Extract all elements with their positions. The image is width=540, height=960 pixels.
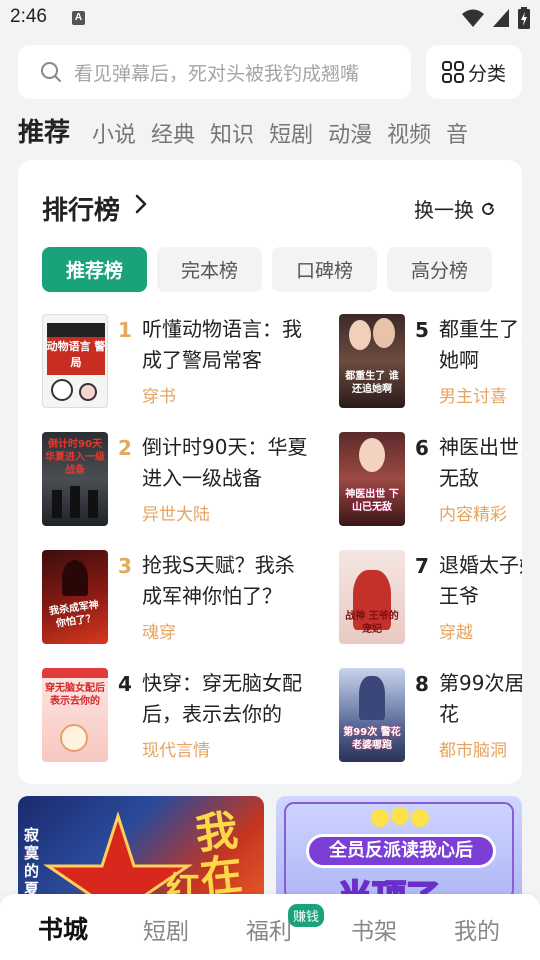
book-tag: 穿书 bbox=[142, 387, 176, 407]
chick-icons bbox=[371, 807, 429, 827]
cover-title: 都重生了 谁还追她啊 bbox=[345, 371, 399, 395]
book-item[interactable]: 我杀成军神 你怕了？ 3 抢我S天赋？我杀成军神你怕了？ 魂穿 bbox=[42, 550, 332, 650]
book-title: 快穿：穿无脑女配后，表示去你的 bbox=[142, 671, 302, 726]
status-bar: 2:46 A bbox=[0, 0, 540, 36]
nav-short-drama[interactable]: 短剧 bbox=[143, 912, 189, 946]
tabs-fade bbox=[498, 112, 528, 150]
book-cover: 第99次 警花老婆哪跑 bbox=[339, 668, 405, 762]
book-rank: 8 bbox=[415, 672, 429, 696]
book-tag: 穿越 bbox=[439, 623, 473, 643]
cover-title: 穿无脑女配后 表示去你的 bbox=[45, 683, 105, 707]
book-item[interactable]: 第99次 警花老婆哪跑 8 第99次居然犯，警花 都市脑洞 bbox=[339, 668, 522, 768]
chip-recommend[interactable]: 推荐榜 bbox=[42, 247, 147, 292]
grid-icon bbox=[441, 61, 464, 83]
cover-title: 我杀成军神 你怕了？ bbox=[48, 599, 100, 630]
book-rank: 3 bbox=[118, 554, 132, 578]
book-tag: 男主讨喜 bbox=[439, 387, 507, 407]
tab-recommend[interactable]: 推荐 bbox=[18, 112, 70, 149]
book-rank: 1 bbox=[118, 318, 132, 342]
tab-video[interactable]: 视频 bbox=[387, 117, 431, 149]
book-item[interactable]: 神医出世 下山已无敌 6 神医出世，下山已无敌 内容精彩 bbox=[339, 432, 522, 532]
book-cover: 我杀成军神 你怕了？ bbox=[42, 550, 108, 644]
chip-high-score[interactable]: 高分榜 bbox=[387, 247, 492, 292]
book-title: 退婚太子妃，战神王爷 bbox=[439, 553, 522, 608]
cover-title: 倒计时90天 华夏进入一级战备 bbox=[45, 439, 105, 476]
book-cover: 穿无脑女配后 表示去你的 bbox=[42, 668, 108, 762]
tab-short-drama[interactable]: 短剧 bbox=[269, 117, 313, 149]
cover-title: 神医出世 下山已无敌 bbox=[345, 489, 399, 513]
book-rank: 6 bbox=[415, 436, 429, 460]
system-icons bbox=[462, 7, 530, 29]
book-tag: 都市脑洞 bbox=[439, 741, 507, 761]
banner-big-text: 我在 bbox=[193, 805, 245, 903]
tab-audio[interactable]: 音 bbox=[446, 117, 468, 149]
book-cover: 战神 王爷的宠妃 bbox=[339, 550, 405, 644]
ranking-title[interactable]: 排行榜 bbox=[42, 190, 120, 227]
chip-completed[interactable]: 完本榜 bbox=[157, 247, 262, 292]
battery-icon bbox=[518, 7, 530, 29]
book-title: 神医出世，下山已无敌 bbox=[439, 435, 522, 490]
search-placeholder: 看见弹幕后，死对头被我钓成翘嘴 bbox=[74, 62, 360, 85]
tab-anime[interactable]: 动漫 bbox=[328, 117, 372, 149]
wifi-icon bbox=[462, 9, 484, 27]
cover-title: 第99次 警花老婆哪跑 bbox=[343, 727, 401, 751]
search-icon bbox=[41, 62, 61, 82]
book-item[interactable]: 动物语言 警局 1 听懂动物语言：我成了警局常客 穿书 bbox=[42, 314, 332, 414]
book-tag: 异世大陆 bbox=[142, 505, 210, 525]
book-title: 抢我S天赋？我杀成军神你怕了？ bbox=[142, 553, 295, 608]
notification-icon: A bbox=[72, 11, 85, 25]
book-title: 听懂动物语言：我成了警局常客 bbox=[142, 317, 302, 372]
refresh-button[interactable]: 换一换 bbox=[414, 194, 496, 223]
book-item[interactable]: 穿无脑女配后 表示去你的 4 快穿：穿无脑女配后，表示去你的 现代言情 bbox=[42, 668, 332, 768]
book-cover: 倒计时90天 华夏进入一级战备 bbox=[42, 432, 108, 526]
book-cover: 都重生了 谁还追她啊 bbox=[339, 314, 405, 408]
book-tag: 魂穿 bbox=[142, 623, 176, 643]
banner-title: 全员反派读我心后 bbox=[306, 834, 496, 868]
status-time: 2:46 bbox=[10, 6, 47, 27]
nav-bookshelf[interactable]: 书架 bbox=[351, 912, 397, 946]
book-cover: 神医出世 下山已无敌 bbox=[339, 432, 405, 526]
tab-classic[interactable]: 经典 bbox=[151, 117, 195, 149]
category-label: 分类 bbox=[467, 62, 506, 85]
earn-badge: 赚钱 bbox=[288, 904, 325, 927]
promo-banner[interactable]: 全员反派读我心后 当顶了 bbox=[276, 796, 522, 906]
ranking-chips: 推荐榜 完本榜 口碑榜 高分榜 bbox=[42, 247, 492, 292]
book-item[interactable]: 战神 王爷的宠妃 7 退婚太子妃，战神王爷 穿越 bbox=[339, 550, 522, 650]
book-item[interactable]: 倒计时90天 华夏进入一级战备 2 倒计时90天：华夏进入一级战备 异世大陆 bbox=[42, 432, 332, 532]
book-rank: 2 bbox=[118, 436, 132, 460]
book-item[interactable]: 都重生了 谁还追她啊 5 都重生了，谁还追她啊 男主讨喜 bbox=[339, 314, 522, 414]
refresh-icon bbox=[482, 202, 494, 215]
book-title: 都重生了，谁还追她啊 bbox=[439, 317, 522, 372]
nav-me[interactable]: 我的 bbox=[454, 912, 500, 946]
chip-reputation[interactable]: 口碑榜 bbox=[272, 247, 377, 292]
refresh-label: 换一换 bbox=[414, 198, 474, 222]
book-title: 第99次居然犯，警花 bbox=[439, 671, 522, 726]
tab-novel[interactable]: 小说 bbox=[92, 117, 136, 149]
book-tag: 内容精彩 bbox=[439, 505, 507, 525]
cover-title: 动物语言 警局 bbox=[46, 340, 106, 369]
promo-banner[interactable]: 寂寞的夏天 我在 红 bbox=[18, 796, 264, 906]
category-button[interactable]: 分类 bbox=[426, 45, 522, 99]
ranking-card: 排行榜 换一换 推荐榜 完本榜 口碑榜 高分榜 动物语言 警局 1 听懂动物语言… bbox=[18, 160, 522, 784]
book-title: 倒计时90天：华夏进入一级战备 bbox=[142, 435, 308, 490]
book-rank: 5 bbox=[415, 318, 429, 342]
tab-knowledge[interactable]: 知识 bbox=[210, 117, 254, 149]
book-tag: 现代言情 bbox=[142, 741, 210, 761]
nav-welfare[interactable]: 福利 bbox=[246, 912, 292, 946]
nav-bookstore[interactable]: 书城 bbox=[38, 910, 88, 946]
book-rank: 4 bbox=[118, 672, 132, 696]
bottom-nav: 书城 短剧 福利 赚钱 书架 我的 bbox=[0, 894, 540, 960]
category-tabs: 推荐 小说 经典 知识 短剧 动漫 视频音 bbox=[18, 112, 528, 150]
chevron-right-icon[interactable] bbox=[134, 194, 148, 220]
cover-title: 战神 王爷的宠妃 bbox=[345, 611, 399, 635]
signal-icon bbox=[493, 9, 509, 27]
search-bar[interactable]: 看见弹幕后，死对头被我钓成翘嘴 bbox=[18, 45, 411, 99]
book-rank: 7 bbox=[415, 554, 429, 578]
book-cover: 动物语言 警局 bbox=[42, 314, 108, 408]
